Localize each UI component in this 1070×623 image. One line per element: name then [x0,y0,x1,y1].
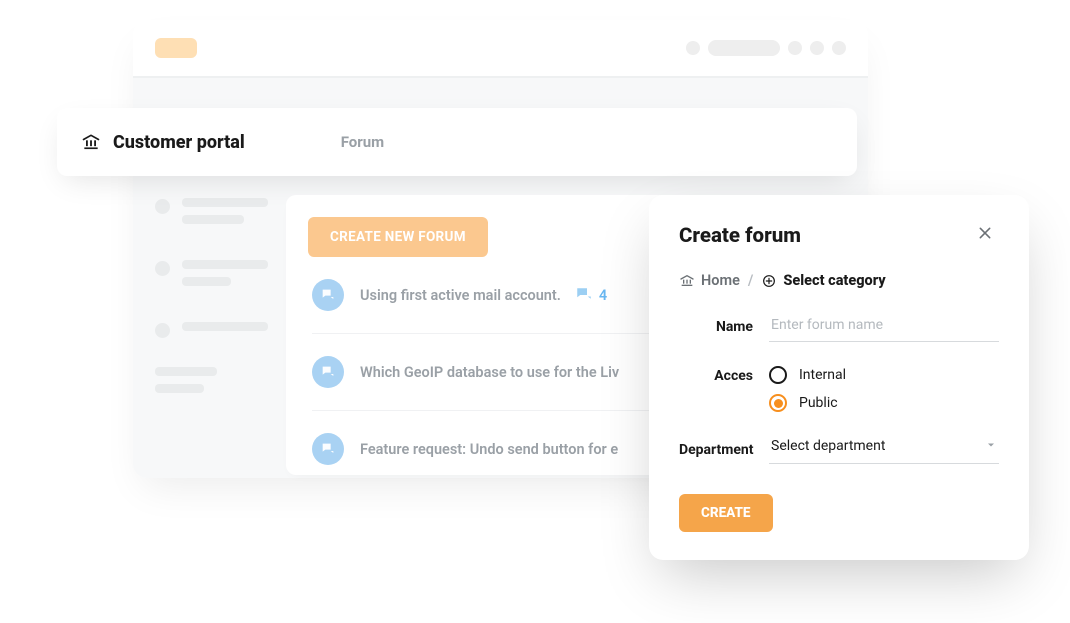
name-input[interactable] [769,311,999,342]
portal-icon [81,132,101,152]
department-select-value: Select department [771,438,885,454]
radio-label: Internal [799,367,846,383]
placeholder-dot [832,41,846,55]
sidebar-skeleton [155,198,265,429]
page-title: Customer portal [113,132,245,153]
breadcrumb-home[interactable]: Home [701,272,740,289]
access-option-internal[interactable]: Internal [769,366,999,384]
create-forum-modal: Create forum Home / Select category Name… [649,195,1029,560]
breadcrumb: Home / Select category [679,272,999,289]
header-bar: Customer portal Forum [57,108,857,176]
tab-forum[interactable]: Forum [341,133,384,151]
brand-pill-placeholder [155,38,197,58]
placeholder-dot [810,41,824,55]
access-label: Acces [679,366,769,384]
modal-title: Create forum [679,224,801,248]
department-select[interactable]: Select department [769,436,999,464]
thread-title: Feature request: Undo send button for e [360,441,618,458]
forum-icon [312,356,344,388]
placeholder-dot [686,41,700,55]
breadcrumb-select-category[interactable]: Select category [783,272,885,289]
breadcrumb-separator: / [748,272,754,289]
chevron-down-icon [985,436,997,455]
radio-label: Public [799,395,838,411]
background-window-header [133,20,868,76]
access-option-public[interactable]: Public [769,394,999,412]
forum-icon [312,279,344,311]
thread-title: Using first active mail account. [360,287,561,304]
placeholder-pill [708,40,780,56]
close-icon[interactable] [971,221,999,250]
thread-reply-count: 4 [575,286,607,304]
thread-title: Which GeoIP database to use for the Liv [360,364,619,381]
placeholder-dot [788,41,802,55]
forum-icon [312,433,344,465]
department-label: Department [679,442,769,458]
create-new-forum-button[interactable]: CREATE NEW FORUM [308,217,488,257]
radio-icon [769,394,787,412]
name-label: Name [679,319,769,335]
create-button[interactable]: CREATE [679,494,773,532]
radio-icon [769,366,787,384]
